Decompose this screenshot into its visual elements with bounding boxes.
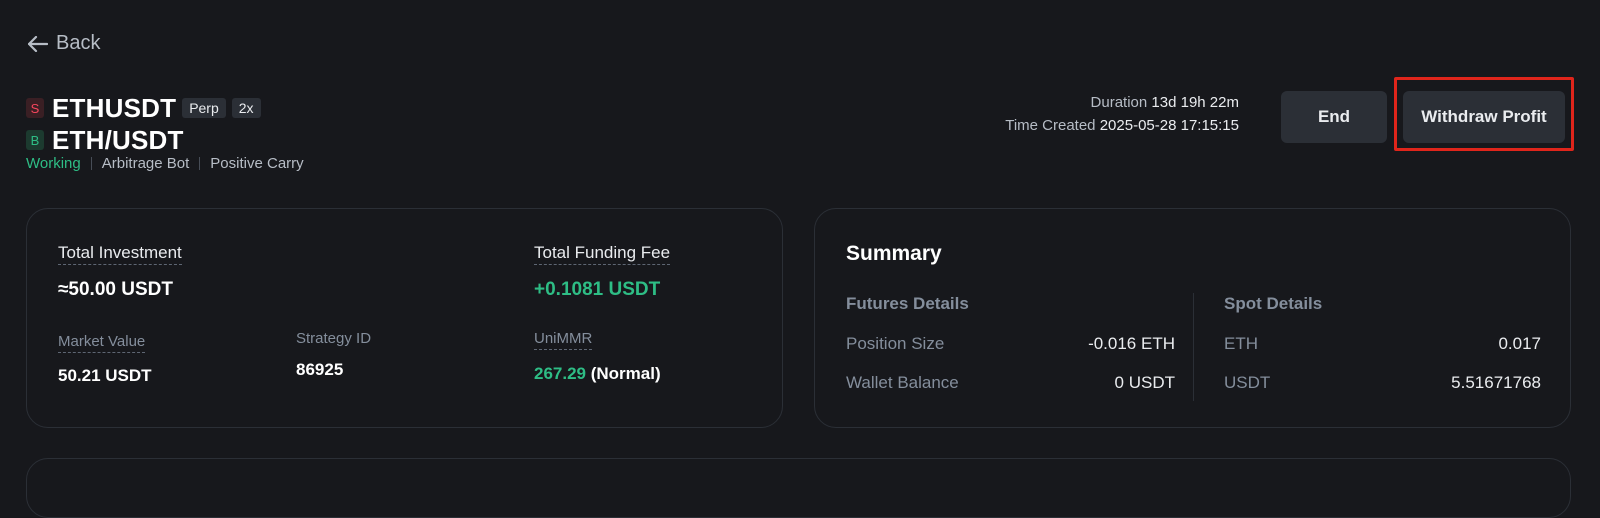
unimmr-label[interactable]: UniMMR — [534, 330, 593, 350]
status-badge: Working — [26, 155, 81, 172]
bot-type-label: Arbitrage Bot — [101, 155, 190, 172]
created-value: 2025-05-28 17:15:15 — [1099, 117, 1239, 134]
spot-eth-value: 0.017 — [1498, 334, 1541, 353]
pair-header: S ETHUSDT Perp 2x B ETH/USDT — [26, 92, 261, 156]
strategy-id-value: 86925 — [296, 360, 344, 379]
strategy-id-label: Strategy ID — [296, 330, 372, 347]
perp-row: S ETHUSDT Perp 2x — [26, 92, 261, 124]
bot-meta-tags: Working Arbitrage Bot Positive Carry — [26, 155, 304, 172]
total-funding-value: +0.1081 USDT — [534, 279, 661, 300]
timing-info: Duration 13d 19h 22m Time Created 2025-0… — [1005, 91, 1239, 137]
total-funding-label[interactable]: Total Funding Fee — [534, 243, 671, 265]
strategy-type-label: Positive Carry — [210, 155, 304, 172]
futures-details-title: Futures Details — [846, 294, 969, 313]
long-side-badge: B — [26, 130, 44, 150]
details-card — [26, 458, 1571, 518]
perp-tag: Perp — [182, 98, 226, 118]
position-size-label: Position Size — [846, 334, 945, 353]
back-label: Back — [56, 32, 101, 54]
leverage-tag: 2x — [231, 98, 261, 118]
wallet-balance-value: 0 USDT — [1114, 373, 1175, 392]
duration-value: 13d 19h 22m — [1151, 94, 1239, 111]
divider — [90, 157, 92, 170]
arrow-left-icon — [28, 35, 48, 52]
spot-details-title: Spot Details — [1224, 294, 1323, 313]
created-label: Time Created — [1005, 117, 1096, 134]
spot-symbol: ETH/USDT — [52, 124, 184, 155]
spot-usdt-value: 5.51671768 — [1451, 373, 1541, 392]
back-link[interactable]: Back — [28, 32, 100, 55]
spot-row: B ETH/USDT — [26, 124, 261, 156]
spot-usdt-label: USDT — [1224, 373, 1271, 392]
unimmr-row: 267.29 (Normal) — [534, 364, 661, 384]
duration-label: Duration — [1090, 94, 1148, 111]
unimmr: UniMMR — [534, 330, 593, 350]
end-button[interactable]: End — [1281, 91, 1387, 143]
market-value-value: 50.21 USDT — [58, 366, 152, 385]
wallet-balance-label: Wallet Balance — [846, 373, 959, 392]
market-value: Market Value — [58, 333, 146, 353]
total-investment: Total Investment — [58, 243, 182, 265]
unimmr-status: (Normal) — [590, 364, 661, 383]
spot-eth-label: ETH — [1224, 334, 1258, 353]
summary-title: Summary — [846, 242, 942, 265]
total-investment-value: ≈50.00 USDT — [58, 279, 173, 300]
position-size-value: -0.016 ETH — [1088, 334, 1175, 353]
unimmr-value: 267.29 — [534, 364, 586, 383]
overview-card: Total Investment ≈50.00 USDT Total Fundi… — [26, 208, 783, 428]
summary-divider — [1193, 293, 1194, 401]
highlight-box — [1394, 77, 1574, 151]
divider — [199, 157, 201, 170]
duration-row: Duration 13d 19h 22m — [1005, 91, 1239, 114]
created-row: Time Created 2025-05-28 17:15:15 — [1005, 114, 1239, 137]
total-funding: Total Funding Fee — [534, 243, 671, 265]
market-value-label[interactable]: Market Value — [58, 333, 146, 353]
short-side-badge: S — [26, 98, 44, 118]
perp-symbol: ETHUSDT — [52, 92, 177, 123]
summary-card: Summary Futures Details Position Size -0… — [814, 208, 1571, 428]
total-investment-label[interactable]: Total Investment — [58, 243, 182, 265]
